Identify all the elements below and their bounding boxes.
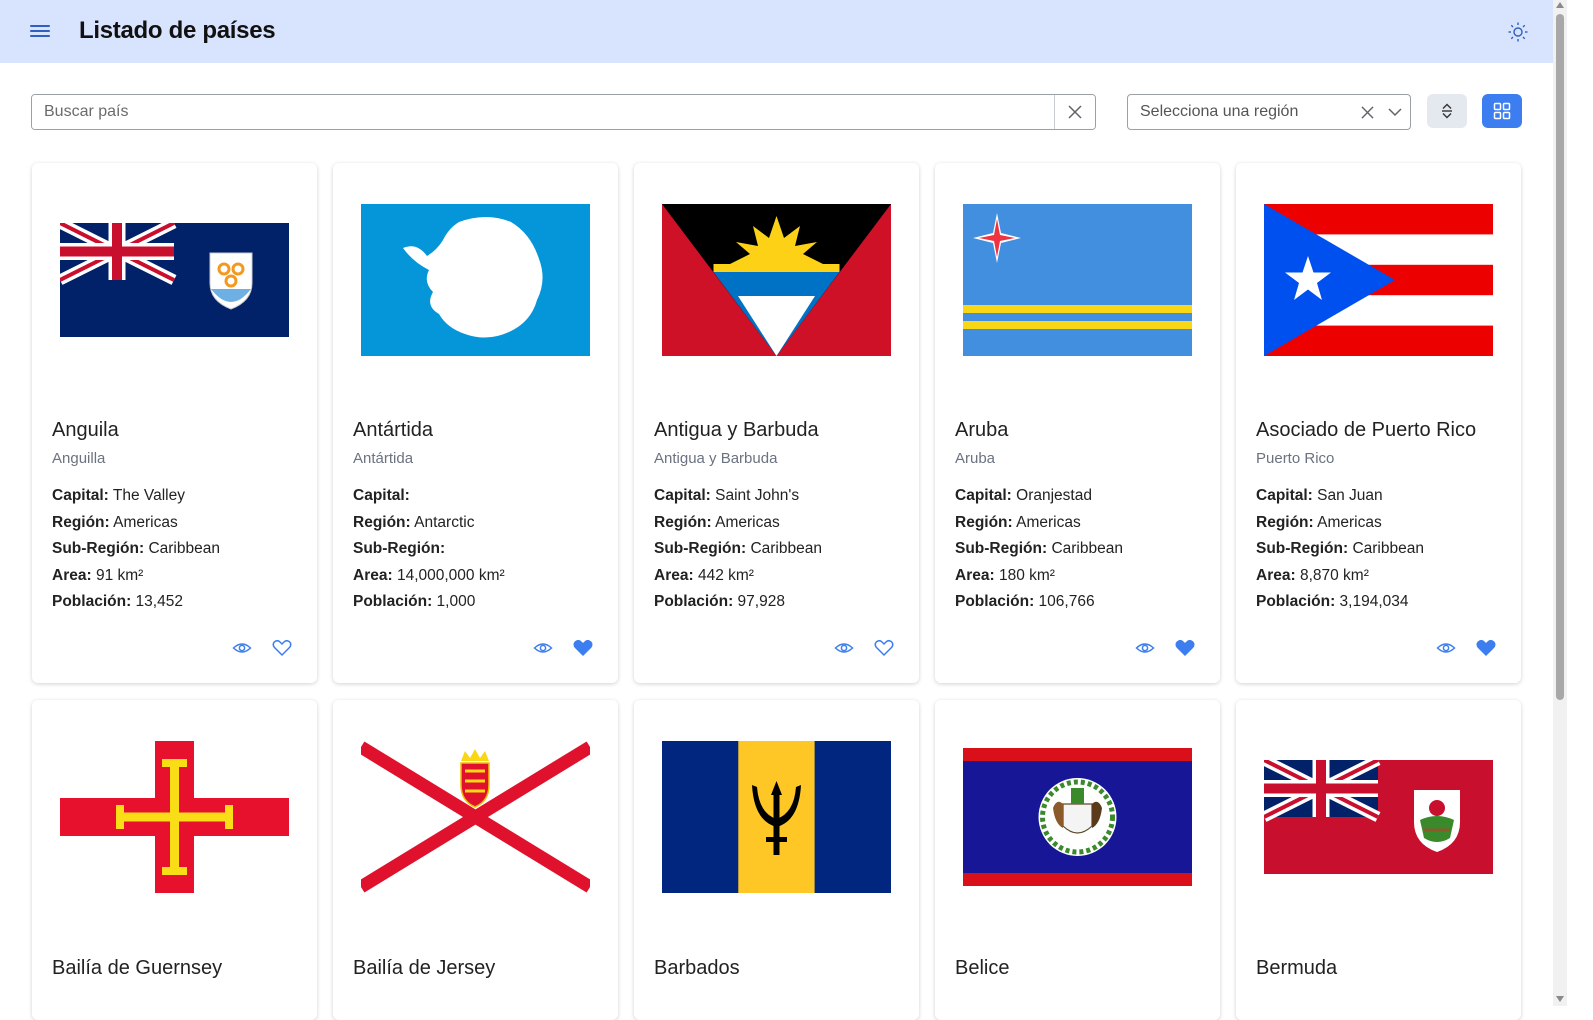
country-card: Aruba Aruba Capital: Oranjestad Región: … [935, 163, 1220, 683]
antarctica-flag [361, 203, 590, 356]
clear-search-button[interactable] [1054, 95, 1095, 129]
eye-icon[interactable] [834, 639, 854, 657]
country-card: Antigua y Barbuda Antigua y Barbuda Capi… [634, 163, 919, 683]
country-name: Bailía de Guernsey [52, 957, 223, 979]
country-card: Belice [935, 700, 1220, 1020]
grid-view-button[interactable] [1482, 94, 1522, 128]
country-name: Belice [955, 957, 1010, 979]
region-value: Americas [1016, 513, 1081, 531]
aruba-flag [963, 203, 1192, 356]
clear-region-icon[interactable] [1354, 105, 1380, 119]
population-value: 3,194,034 [1339, 593, 1409, 611]
eye-icon[interactable] [232, 639, 252, 657]
country-name: Bermuda [1256, 957, 1338, 979]
population-value: 1,000 [436, 593, 476, 611]
bermuda-flag [1264, 740, 1493, 892]
barbados-flag [662, 740, 891, 893]
page-scrollbar[interactable] [1553, 0, 1567, 1006]
country-card: Asociado de Puerto Rico Puerto Rico Capi… [1236, 163, 1521, 683]
country-card: Anguila Anguilla Capital: The Valley Reg… [32, 163, 317, 683]
country-details: Capital: Región: Antarctic Sub-Región: A… [353, 487, 505, 611]
capital-value: Oranjestad [1016, 487, 1092, 504]
population-value: 106,766 [1038, 593, 1095, 611]
hamburger-menu-icon[interactable] [30, 22, 50, 40]
search-input[interactable] [32, 95, 1054, 129]
country-card: Bailía de Guernsey [32, 700, 317, 1020]
population-value: 13,452 [135, 593, 183, 611]
chevron-down-icon[interactable] [1380, 107, 1410, 117]
country-details: Capital: Saint John's Región: Americas S… [654, 487, 822, 611]
eye-icon[interactable] [533, 639, 553, 657]
sun-theme-toggle-icon[interactable] [1506, 20, 1530, 44]
country-name: Barbados [654, 957, 740, 979]
capital-value: Saint John's [715, 487, 800, 504]
heart-filled-icon[interactable] [1476, 639, 1496, 657]
jersey-flag [361, 740, 590, 893]
country-name: Bailía de Jersey [353, 957, 496, 979]
sort-icon [1442, 103, 1452, 119]
country-native-name: Aruba [955, 450, 996, 467]
heart-outline-icon[interactable] [874, 639, 894, 657]
region-select[interactable]: Selecciona una región [1127, 94, 1411, 130]
region-value: Antarctic [414, 513, 475, 531]
country-native-name: Anguilla [52, 450, 106, 467]
top-app-bar: Listado de países [0, 0, 1553, 63]
area-value: 91 km² [95, 566, 144, 584]
scroll-up-arrow-icon[interactable] [1556, 2, 1564, 8]
anguilla-flag [60, 203, 289, 355]
country-name: Anguila [52, 419, 119, 441]
scrollbar-thumb[interactable] [1556, 14, 1564, 700]
area-value: 180 km² [998, 566, 1055, 584]
country-card: Barbados [634, 700, 919, 1020]
country-card: Bermuda [1236, 700, 1521, 1020]
sort-button[interactable] [1427, 94, 1467, 128]
heart-filled-icon[interactable] [1175, 639, 1195, 657]
country-native-name: Antártida [353, 450, 414, 467]
area-value: 14,000,000 km² [396, 566, 505, 584]
capital-value: The Valley [112, 487, 185, 504]
country-native-name: Antigua y Barbuda [654, 450, 778, 467]
country-native-name: Puerto Rico [1256, 450, 1335, 467]
grid-icon [1493, 102, 1511, 120]
area-value: 8,870 km² [1299, 566, 1369, 584]
antigua-flag [662, 203, 891, 356]
puerto-rico-flag [1264, 203, 1493, 356]
region-select-placeholder: Selecciona una región [1140, 103, 1299, 120]
country-name: Antártida [353, 419, 434, 441]
subregion-value: Caribbean [750, 540, 822, 558]
area-value: 442 km² [697, 566, 754, 584]
region-value: Americas [113, 513, 178, 531]
subregion-value: Caribbean [148, 540, 220, 558]
country-card: Bailía de Jersey [333, 700, 618, 1020]
region-value: Americas [1317, 513, 1382, 531]
eye-icon[interactable] [1135, 639, 1155, 657]
population-value: 97,928 [737, 593, 785, 611]
region-value: Americas [715, 513, 780, 531]
page-title: Listado de países [79, 17, 276, 44]
subregion-value: Caribbean [1352, 540, 1424, 558]
heart-outline-icon[interactable] [272, 639, 292, 657]
country-details: Capital: Oranjestad Región: Americas Sub… [955, 487, 1123, 611]
heart-filled-icon[interactable] [573, 639, 593, 657]
capital-value: San Juan [1317, 487, 1383, 504]
subregion-value: Caribbean [1051, 540, 1123, 558]
close-icon [1068, 105, 1082, 119]
belize-flag [963, 740, 1192, 892]
country-name: Aruba [955, 419, 1009, 441]
country-name: Asociado de Puerto Rico [1256, 419, 1477, 441]
scroll-down-arrow-icon[interactable] [1556, 996, 1564, 1002]
country-card: Antártida Antártida Capital: Región: Ant… [333, 163, 618, 683]
country-name: Antigua y Barbuda [654, 419, 819, 441]
eye-icon[interactable] [1436, 639, 1456, 657]
search-box [31, 94, 1096, 130]
country-details: Capital: San Juan Región: Americas Sub-R… [1256, 487, 1424, 611]
country-details: Capital: The Valley Región: Americas Sub… [52, 487, 220, 611]
guernsey-flag [60, 740, 289, 893]
